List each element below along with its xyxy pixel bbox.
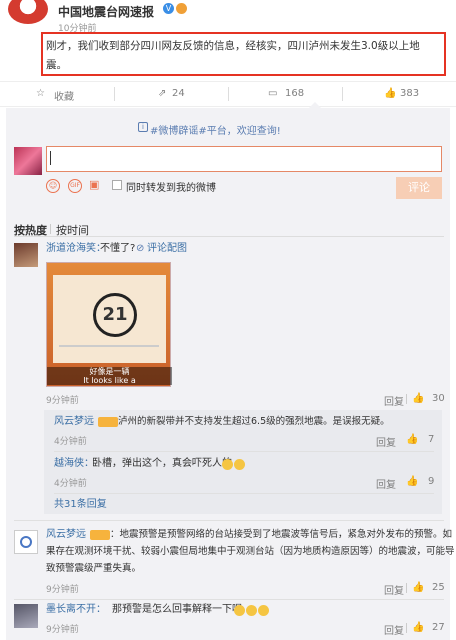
comment-likes[interactable]: 30 [432,393,445,404]
like-icon[interactable]: 👍 [412,582,424,593]
repost-checkbox[interactable] [112,180,122,190]
post-header: 中国地震台网速报 V 10分钟前 刚才，我们收到部分四川网友反馈的信息，经核实，… [0,0,456,80]
video-subtitle: 好像是一辆 It looks like a [47,367,172,385]
repost-count[interactable]: 24 [172,88,185,99]
repost-icon[interactable]: ⇗ [158,88,166,99]
commenter-name[interactable]: 墨长离不开： [46,602,106,618]
comment-input[interactable] [46,146,442,172]
comment-text-line1: ：地震预警是预警网络的台站接受到了地震波等信号后，紧急对外发布的预警。如 [110,529,453,540]
emoji-icon[interactable]: ☺ [46,179,60,193]
like-count[interactable]: 383 [400,88,419,99]
reply-text: 卧槽，弹出这个，真会吓死人的 [92,458,232,469]
member-badge [98,417,118,427]
commenter-avatar[interactable] [14,530,38,554]
commenter-avatar[interactable] [14,604,38,628]
vip-icon [176,3,187,14]
reply-likes[interactable]: 9 [428,476,434,487]
comment-likes[interactable]: 27 [432,622,445,633]
author-avatar[interactable] [8,0,48,24]
like-icon[interactable]: 👍 [406,434,418,445]
comment-text: 不懂了? [100,243,136,254]
cry-emoji-icon [234,605,245,616]
commenter-avatar[interactable] [14,243,38,267]
image-link-icon[interactable]: ⊘ [136,241,144,257]
comment-icon[interactable]: ▭ [268,88,277,99]
divider [342,87,343,101]
comment-text: 那预警是怎么回事解释一下呢 [112,604,242,615]
post-author[interactable]: 中国地震台网速报 [58,3,154,20]
comment-image-link[interactable]: 评论配图 [147,241,187,257]
post-text-line2: 震。 [46,59,67,71]
reply-user[interactable]: 风云梦远 [54,414,94,430]
my-avatar [14,147,42,175]
comment-likes[interactable]: 25 [432,582,445,593]
comment-count[interactable]: 168 [285,88,304,99]
divider [406,394,407,404]
comment-text-line3: 致预警震级严重失真。 [46,563,142,574]
reply-likes[interactable]: 7 [428,434,434,445]
like-icon[interactable]: 👍 [384,88,396,99]
divider [406,583,407,593]
post-text-line1: 刚才，我们收到部分四川网友反馈的信息，经核实，四川泸州未发生3.0级以上地 [46,40,420,52]
divider [406,623,407,633]
comment-time: 9分钟前 [46,625,79,635]
comment-time: 9分钟前 [46,396,79,406]
video-caption-en: It looks like a [83,376,136,385]
divider [54,451,434,452]
divider [14,599,444,600]
rumor-notice[interactable]: #微博辟谣#平台，欢迎查询! [150,122,281,137]
divider [228,87,229,101]
divider [14,236,444,237]
reply-button[interactable]: 回复 [384,622,404,637]
reply-button[interactable]: 回复 [384,582,404,597]
submit-comment-button[interactable]: 评论 [396,177,442,199]
reply-user[interactable]: 越海侠： [54,456,94,472]
input-caret [50,151,51,165]
like-icon[interactable]: 👍 [406,476,418,487]
member-badge [90,530,110,540]
gif-icon[interactable]: GIF [68,179,82,193]
reply-button[interactable]: 回复 [376,476,396,491]
divider [114,87,115,101]
comment-video-thumbnail[interactable]: 21 好像是一辆 It looks like a [46,262,172,387]
reply-time: 4分钟前 [54,479,87,489]
cry-emoji-icon [258,605,269,616]
divider [50,224,51,234]
cry-emoji-icon [246,605,257,616]
like-icon[interactable]: 👍 [412,393,424,404]
image-icon[interactable]: ▣ [89,178,99,191]
post-action-bar: ☆ 收藏 ⇗ 24 ▭ 168 👍 383 [0,81,456,107]
favorite-icon[interactable]: ☆ [36,88,45,99]
video-caption-cn: 好像是一辆 [89,367,130,376]
laugh-emoji-icon [234,459,245,470]
divider [59,345,159,347]
reply-text: 泸州的新裂带并不支持发生超过6.5级的强烈地震。是误报无疑。 [118,416,390,427]
like-icon[interactable]: 👍 [412,622,424,633]
comment-time: 9分钟前 [46,585,79,595]
info-icon: i [138,122,148,132]
more-replies-link[interactable]: 共31条回复 [54,497,107,513]
video-screen: 21 [53,275,166,363]
divider [14,520,444,521]
reply-button[interactable]: 回复 [384,393,404,408]
repost-checkbox-label: 同时转发到我的微博 [126,183,216,194]
video-number: 21 [93,293,137,337]
laugh-emoji-icon [222,459,233,470]
reply-button[interactable]: 回复 [376,434,396,449]
commenter-name[interactable]: 浙道沧海笑： [46,241,106,257]
favorite-button[interactable]: 收藏 [54,88,74,103]
verified-icon: V [163,3,174,14]
divider [54,493,434,494]
reply-time: 4分钟前 [54,437,87,447]
commenter-name[interactable]: 风云梦远 [46,527,86,543]
comment-text-line2: 果存在观测环境干扰、较弱小震但局地集中于观测台站（因为地质构造原因等）的地震波，… [46,546,455,557]
